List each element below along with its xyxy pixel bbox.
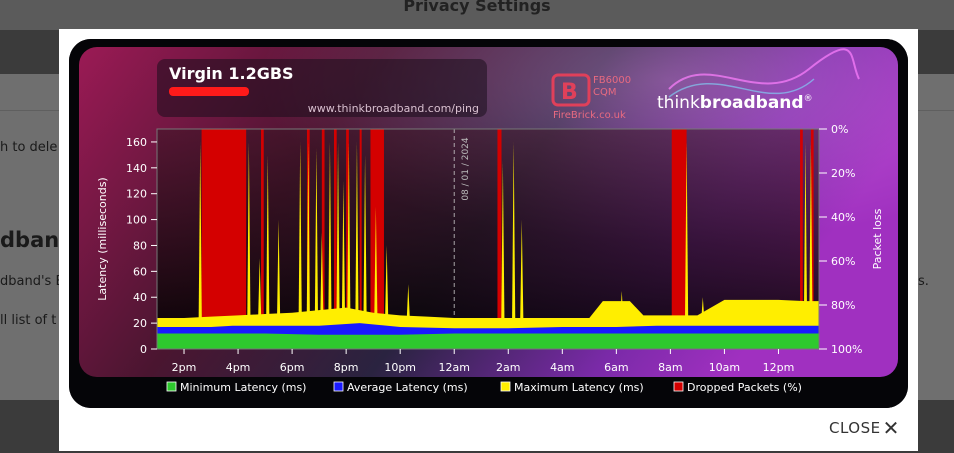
y-tick-label: 80 bbox=[133, 239, 147, 252]
close-label: CLOSE bbox=[829, 419, 881, 437]
svg-text:B: B bbox=[561, 80, 578, 105]
y-tick-label: 60 bbox=[133, 265, 147, 278]
tbb-think: think bbox=[657, 93, 700, 113]
bg-text-delete: h to dele bbox=[0, 140, 58, 155]
bg-text-right: s. bbox=[918, 274, 929, 289]
bg-full-list-link[interactable]: ll list bbox=[0, 313, 30, 328]
legend-swatch bbox=[166, 381, 177, 392]
firebrick-cqm: CQM bbox=[593, 87, 616, 98]
legend-swatch bbox=[333, 381, 344, 392]
redacted-mark bbox=[169, 87, 249, 96]
chart-url: www.thinkbroadband.com/ping bbox=[308, 102, 479, 115]
y2-tick-label: 80% bbox=[831, 299, 855, 312]
close-button[interactable]: CLOSE ✕ bbox=[829, 416, 900, 440]
x-tick-label: 4am bbox=[550, 361, 574, 374]
y-tick-label: 100 bbox=[126, 214, 147, 227]
bg-text-line: ll list of t bbox=[0, 313, 56, 328]
y-tick-label: 40 bbox=[133, 291, 147, 304]
legend-swatch bbox=[500, 381, 511, 392]
x-tick-label: 10pm bbox=[384, 361, 416, 374]
date-marker-label: 08 / 01 / 2024 bbox=[461, 137, 471, 201]
y2-tick-label: 40% bbox=[831, 211, 855, 224]
y2-tick-label: 0% bbox=[831, 123, 848, 136]
svg-text:thinkbroadband®: thinkbroadband® bbox=[657, 93, 813, 113]
y-tick-label: 20 bbox=[133, 317, 147, 330]
y-axis-label: Latency (milliseconds) bbox=[96, 177, 109, 300]
tbb-reg: ® bbox=[804, 94, 813, 104]
x-tick-label: 4pm bbox=[226, 361, 251, 374]
series-min-latency-area bbox=[157, 333, 819, 349]
y-tick-label: 120 bbox=[126, 188, 147, 201]
ping-chart: 08 / 01 / 2024 0 20 40 60 80 100 120 140 160 0% 20… bbox=[69, 39, 908, 408]
x-tick-label: 6am bbox=[604, 361, 628, 374]
bg-text-paragraph: dband's E bbox=[0, 274, 64, 289]
legend-label: Average Latency (ms) bbox=[347, 381, 468, 394]
y-tick-label: 140 bbox=[126, 162, 147, 175]
tbb-broadband: broadband bbox=[700, 93, 804, 113]
x-tick-label: 6pm bbox=[280, 361, 305, 374]
y2-tick-label: 60% bbox=[831, 255, 855, 268]
x-tick-label: 12pm bbox=[763, 361, 795, 374]
legend-label: Dropped Packets (%) bbox=[687, 381, 802, 394]
y2-tick-label: 100% bbox=[831, 343, 862, 356]
firebrick-site: FireBrick.co.uk bbox=[553, 110, 626, 121]
x-tick-label: 8am bbox=[658, 361, 682, 374]
chart-title: Virgin 1.2GBS bbox=[169, 64, 294, 83]
y2-axis-label: Packet loss bbox=[871, 208, 884, 269]
x-tick-label: 10am bbox=[709, 361, 740, 374]
x-tick-label: 2am bbox=[496, 361, 520, 374]
chart-modal: 08 / 01 / 2024 0 20 40 60 80 100 120 140 160 0% 20… bbox=[59, 29, 918, 451]
y2-tick-label: 20% bbox=[831, 167, 855, 180]
y-tick-label: 0 bbox=[140, 343, 147, 356]
page-title: Privacy Settings bbox=[403, 0, 551, 15]
firebrick-model: FB6000 bbox=[593, 75, 631, 86]
bg-text-of: of t bbox=[30, 313, 57, 328]
x-tick-label: 12am bbox=[438, 361, 469, 374]
legend-label: Maximum Latency (ms) bbox=[514, 381, 644, 394]
legend-swatch bbox=[673, 381, 684, 392]
dropped-packets-bar bbox=[497, 129, 502, 349]
legend-label: Minimum Latency (ms) bbox=[180, 381, 306, 394]
y-tick-label: 160 bbox=[126, 136, 147, 149]
ping-chart-svg: 08 / 01 / 2024 0 20 40 60 80 100 120 140 160 0% 20… bbox=[69, 39, 908, 408]
close-x-icon: ✕ bbox=[882, 416, 900, 440]
x-tick-label: 8pm bbox=[334, 361, 359, 374]
x-tick-label: 2pm bbox=[172, 361, 197, 374]
